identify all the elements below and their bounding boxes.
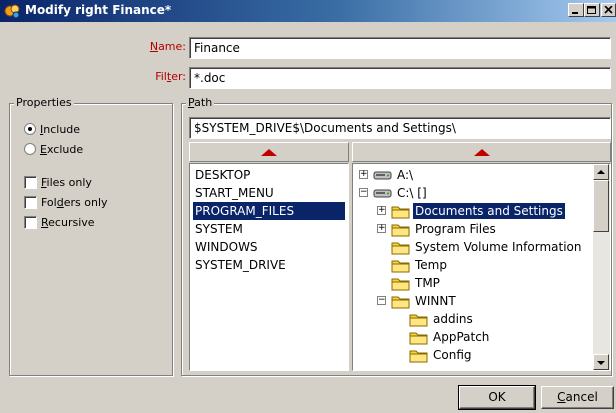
tree-item-label: C:\ []	[397, 186, 427, 200]
folder-icon	[409, 332, 428, 345]
sort-arrow-icon	[473, 149, 490, 156]
cancel-button[interactable]: Cancel	[541, 386, 614, 409]
minimize-icon	[572, 12, 578, 14]
filter-field[interactable]: *.doc	[189, 67, 611, 89]
maximize-icon	[587, 6, 596, 14]
name-field[interactable]: Finance	[189, 37, 611, 59]
arrow-up-icon	[597, 170, 605, 174]
sort-arrow-icon	[261, 149, 277, 156]
scroll-thumb[interactable]	[593, 180, 609, 232]
collapse-icon[interactable]: −	[377, 296, 386, 305]
app-icon	[4, 4, 20, 19]
variable-item[interactable]: SYSTEM	[193, 220, 245, 238]
ok-button[interactable]: OK	[458, 385, 536, 410]
checkbox-icon	[24, 216, 37, 229]
scroll-up-button[interactable]	[593, 164, 609, 180]
path-group-title: Path	[186, 96, 215, 109]
folder-icon	[391, 278, 410, 291]
tree-scrollbar[interactable]	[593, 164, 610, 370]
tree-item-label: AppPatch	[433, 330, 490, 344]
tree-item-label: Program Files	[415, 222, 496, 236]
filter-label: Filter:	[155, 70, 186, 83]
radio-empty-icon	[24, 143, 36, 155]
folder-tree[interactable]: + A:\ − C:\ [] + Documents and Settings + Progr…	[352, 163, 611, 371]
folder-icon	[391, 206, 410, 219]
name-label: Name:	[149, 40, 186, 53]
tree-item[interactable]: AppPatch	[353, 328, 591, 346]
tree-item[interactable]: + A:\	[353, 166, 591, 184]
minimize-button[interactable]	[568, 3, 584, 17]
tree-item[interactable]: Config	[353, 346, 591, 364]
tree-sort-header[interactable]	[352, 142, 611, 162]
exclude-radio[interactable]: Exclude	[24, 143, 83, 156]
tree-item-label: A:\	[397, 168, 414, 182]
radio-selected-icon	[24, 123, 36, 135]
window-title: Modify right Finance*	[25, 3, 172, 17]
tree-item[interactable]: System Volume Information	[353, 238, 591, 256]
folders-only-checkbox[interactable]: Folders only	[24, 196, 108, 209]
tree-item[interactable]: − C:\ []	[353, 184, 591, 202]
recursive-checkbox[interactable]: Recursive	[24, 216, 95, 229]
title-bar: Modify right Finance*	[0, 0, 616, 22]
drive-icon	[373, 189, 392, 198]
folder-icon	[409, 350, 428, 363]
drive-icon	[373, 171, 392, 180]
tree-item[interactable]: − WINNT	[353, 292, 591, 310]
folder-icon	[409, 314, 428, 327]
variable-item[interactable]: DESKTOP	[193, 166, 252, 184]
folder-icon	[391, 224, 410, 237]
checkbox-icon	[24, 196, 37, 209]
checkbox-icon	[24, 176, 37, 189]
folder-icon	[391, 242, 410, 255]
properties-group-title: Properties	[14, 96, 74, 109]
expand-icon[interactable]: +	[377, 206, 386, 215]
tree-item[interactable]: + Documents and Settings	[353, 202, 591, 220]
collapse-icon[interactable]: −	[359, 188, 368, 197]
tree-item[interactable]: TMP	[353, 274, 591, 292]
folder-icon	[391, 260, 410, 273]
variable-item[interactable]: PROGRAM_FILES	[193, 202, 345, 220]
expand-icon[interactable]: +	[377, 224, 386, 233]
close-button[interactable]	[601, 3, 616, 17]
path-field[interactable]: $SYSTEM_DRIVE$\Documents and Settings\	[189, 117, 611, 139]
tree-item[interactable]: Temp	[353, 256, 591, 274]
tree-item-label: System Volume Information	[415, 240, 582, 254]
variable-item[interactable]: WINDOWS	[193, 238, 260, 256]
arrow-down-icon	[597, 361, 605, 365]
tree-item-label: Temp	[415, 258, 447, 272]
files-only-checkbox[interactable]: Files only	[24, 176, 92, 189]
tree-item-label: Documents and Settings	[413, 203, 565, 219]
tree-item-label: WINNT	[415, 294, 456, 308]
tree-item-label: Config	[433, 348, 472, 362]
variables-list[interactable]: DESKTOP START_MENU PROGRAM_FILES SYSTEM WIND…	[189, 163, 349, 371]
tree-item-label: addins	[433, 312, 473, 326]
variable-item[interactable]: START_MENU	[193, 184, 276, 202]
expand-icon[interactable]: +	[359, 170, 368, 179]
tree-item[interactable]: addins	[353, 310, 591, 328]
folder-icon	[391, 296, 410, 309]
include-radio[interactable]: Include	[24, 123, 80, 136]
variables-sort-header[interactable]	[189, 142, 349, 162]
scroll-down-button[interactable]	[593, 354, 609, 370]
tree-item[interactable]: + Program Files	[353, 220, 591, 238]
maximize-button[interactable]	[584, 3, 600, 17]
variable-item[interactable]: SYSTEM_DRIVE	[193, 256, 288, 274]
close-icon	[604, 6, 613, 14]
tree-item-label: TMP	[415, 276, 440, 290]
